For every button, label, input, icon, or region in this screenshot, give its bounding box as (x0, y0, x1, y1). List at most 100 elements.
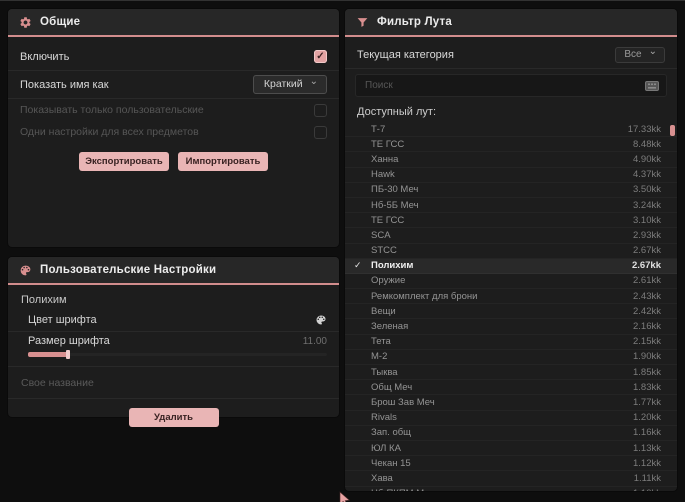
loot-item-name: Чекан 15 (371, 457, 411, 469)
loot-item-name: Тыква (371, 366, 398, 378)
loot-item-value: 2.42kk (633, 305, 661, 317)
check-icon: ✓ (316, 50, 325, 62)
delete-row: Удалить (8, 399, 339, 427)
loot-item-name: ПБ-30 Меч (371, 184, 419, 196)
loot-row[interactable]: ✓ Брош Зав Меч 1.77kk (345, 395, 677, 410)
keyboard-icon[interactable] (645, 80, 659, 91)
loot-item-value: 1.20kk (633, 412, 661, 424)
loot-item-name: SCA (371, 229, 391, 241)
loot-item-value: 1.85kk (633, 366, 661, 378)
delete-button[interactable]: Удалить (128, 408, 219, 427)
font-size-label: Размер шрифта (28, 335, 110, 347)
loot-item-value: 3.50kk (633, 184, 661, 196)
mod-settings-screen: Общие Включить ✓ Показать имя как Кратки… (0, 0, 685, 502)
loot-item-name: Полихим (371, 260, 414, 272)
import-button[interactable]: Импортировать (178, 152, 268, 171)
loot-item-value: 4.37kk (633, 169, 661, 181)
loot-row[interactable]: ✓ М-2 1.90kk (345, 350, 677, 365)
enable-checkbox[interactable]: ✓ (314, 50, 327, 63)
loot-row[interactable]: ✓ Чекан 15 1.12kk (345, 456, 677, 471)
chevron-down-icon: ⌄ (648, 46, 657, 57)
loot-row[interactable]: ✓ Хава 1.11kk (345, 471, 677, 486)
loot-item-name: Брош Зав Меч (371, 396, 435, 408)
loot-row[interactable]: ✓ Вещи 2.42kk (345, 304, 677, 319)
mouse-cursor (337, 491, 353, 502)
category-label: Текущая категория (357, 48, 454, 61)
export-button[interactable]: Экспортировать (79, 152, 169, 171)
loot-row[interactable]: ✓ Т-7 17.33kk (345, 122, 677, 137)
loot-row[interactable]: ✓ ТЕ ГСС 8.48kk (345, 137, 677, 152)
loot-row[interactable]: ✓ Оружие 2.61kk (345, 274, 677, 289)
font-color-row: Цвет шрифта (8, 310, 339, 332)
loot-row[interactable]: ✓ Зап. общ 1.16kk (345, 426, 677, 441)
loot-filter-panel: Фильтр Лута Текущая категория Все ⌄ Дост… (345, 9, 677, 491)
font-size-row: Размер шрифта 11.00 (8, 332, 339, 367)
scrollbar-thumb[interactable] (670, 125, 675, 136)
same-settings-label: Одни настройки для всех предметов (20, 126, 199, 138)
loot-item-name: Тета (371, 336, 391, 348)
loot-list: ✓ Т-7 17.33kk ✓ ТЕ ГСС 8.48kk ✓ Ханна 4.… (345, 122, 677, 491)
slider-track (28, 353, 327, 356)
enable-label: Включить (20, 50, 70, 63)
loot-item-name: Т-7 (371, 123, 386, 135)
custom-settings-panel: Пользовательские Настройки Полихим Цвет … (8, 257, 339, 427)
loot-item-name: Нб-5Б Меч (371, 199, 419, 211)
general-panel-title: Общие (40, 16, 81, 28)
loot-item-value: 1.11kk (633, 472, 661, 484)
loot-row[interactable]: ✓ ТЕ ГСС 3.10kk (345, 213, 677, 228)
loot-item-name: ТЕ ГСС (371, 214, 405, 226)
available-loot-label: Доступный лут: (357, 106, 437, 118)
same-settings-checkbox[interactable] (314, 125, 327, 139)
loot-row[interactable]: ✓ ЮЛ КА 1.13kk (345, 441, 677, 456)
category-value: Все (624, 48, 642, 60)
loot-item-value: 1.83kk (633, 381, 661, 393)
slider-fill (28, 352, 68, 357)
color-palette-icon[interactable] (315, 314, 327, 326)
loot-item-value: 3.10kk (633, 214, 661, 226)
loot-row[interactable]: ✓ Зеленая 2.16kk (345, 319, 677, 334)
loot-item-name: STCC (371, 245, 397, 257)
general-panel-header: Общие (8, 9, 339, 35)
gear-icon (19, 16, 32, 29)
loot-item-name: Rivals (371, 412, 397, 424)
loot-item-name: Зеленая (371, 321, 409, 333)
loot-item-name: Зап. общ (371, 427, 411, 439)
category-dropdown[interactable]: Все ⌄ (615, 46, 665, 63)
loot-row[interactable]: ✓ Тета 2.15kk (345, 335, 677, 350)
loot-item-value: 1.90kk (633, 351, 661, 363)
loot-row[interactable]: ✓ Нб-ПКПМ Меч 1.10kk (345, 487, 677, 491)
loot-item-name: Вещи (371, 305, 396, 317)
loot-row[interactable]: ✓ Полихим 2.67kk (345, 258, 677, 274)
loot-row[interactable]: ✓ Ханна 4.90kk (345, 152, 677, 167)
loot-item-name: Нб-ПКПМ Меч (371, 488, 633, 491)
loot-row[interactable]: ✓ SCA 2.93kk (345, 228, 677, 243)
loot-scrollbar[interactable] (670, 123, 675, 490)
loot-row[interactable]: ✓ Общ Меч 1.83kk (345, 380, 677, 395)
only-custom-row: Показывать только пользовательские (8, 99, 339, 121)
slider-handle[interactable] (66, 350, 70, 359)
loot-row[interactable]: ✓ STCC 2.67kk (345, 244, 677, 259)
loot-item-name: ЮЛ КА (371, 442, 401, 454)
export-import-row: Экспортировать Импортировать (8, 143, 339, 171)
name-mode-value: Краткий (263, 78, 303, 90)
font-size-slider[interactable] (28, 350, 327, 359)
loot-list-wrap: ✓ Т-7 17.33kk ✓ ТЕ ГСС 8.48kk ✓ Ханна 4.… (345, 122, 677, 491)
loot-row[interactable]: ✓ Ремкомплект для брони 2.43kk (345, 289, 677, 304)
loot-item-value: 2.93kk (633, 229, 661, 241)
custom-name-input[interactable] (21, 375, 327, 391)
loot-item-value: 4.90kk (633, 153, 661, 165)
loot-row[interactable]: ✓ Hawk 4.37kk (345, 168, 677, 183)
loot-item-name: Ханна (371, 153, 399, 165)
loot-row[interactable]: ✓ Нб-5Б Меч 3.24kk (345, 198, 677, 213)
only-custom-checkbox[interactable] (314, 103, 327, 117)
loot-row[interactable]: ✓ Rivals 1.20kk (345, 411, 677, 426)
loot-row[interactable]: ✓ Тыква 1.85kk (345, 365, 677, 380)
loot-item-value: 2.15kk (633, 336, 661, 348)
name-mode-dropdown[interactable]: Краткий ⌄ (252, 75, 327, 94)
loot-item-value: 1.12kk (633, 457, 661, 469)
loot-item-name: Оружие (371, 275, 406, 287)
loot-filter-header: Фильтр Лута (345, 9, 677, 35)
search-input[interactable] (363, 79, 645, 92)
loot-row[interactable]: ✓ ПБ-30 Меч 3.50kk (345, 183, 677, 198)
loot-item-value: 1.77kk (633, 396, 661, 408)
